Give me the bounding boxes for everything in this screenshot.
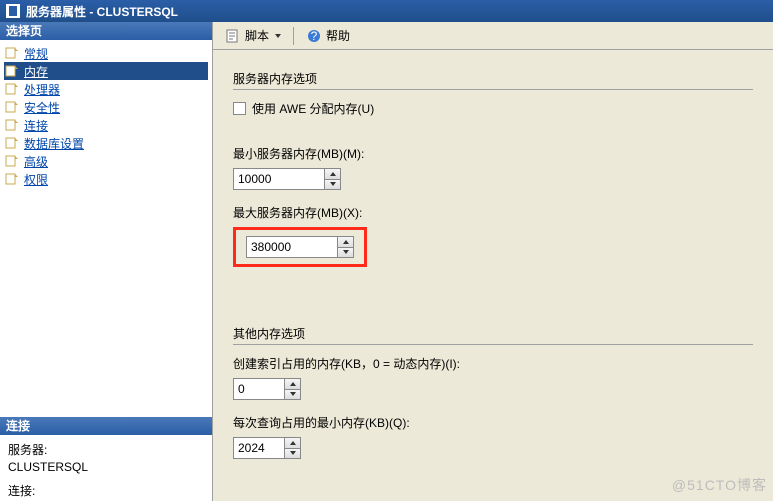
svg-text:?: ? [311,29,318,43]
window-title: 服务器属性 - CLUSTERSQL [26,3,178,20]
page-icon [4,82,20,96]
awe-checkbox-row[interactable]: 使用 AWE 分配内存(U) [233,100,753,117]
connection-label: 连接: [8,482,204,499]
sidebar-item-dbsettings[interactable]: 数据库设置 [4,134,208,152]
section-title: 其他内存选项 [233,327,305,341]
index-memory-input[interactable] [234,379,284,399]
spin-up-icon[interactable] [285,379,300,390]
query-memory-input[interactable] [234,438,284,458]
sidebar-item-connection[interactable]: 连接 [4,116,208,134]
toolbar-separator [293,27,294,45]
max-memory-input[interactable] [247,237,337,257]
page-icon [4,118,20,132]
spin-down-icon[interactable] [285,449,300,459]
chevron-down-icon [275,34,281,38]
sidebar-item-security[interactable]: 安全性 [4,98,208,116]
min-memory-input[interactable] [234,169,324,189]
sidebar-item-label: 权限 [24,171,48,188]
section-title: 服务器内存选项 [233,72,317,86]
query-memory-label: 每次查询占用的最小内存(KB)(Q): [233,414,753,431]
min-memory-label: 最小服务器内存(MB)(M): [233,145,753,162]
page-icon [4,46,20,60]
content-area: 脚本 ? 帮助 服务器内存选项 使用 AWE 分配内存(U) [213,22,773,501]
server-value: CLUSTERSQL [8,460,204,474]
toolbar: 脚本 ? 帮助 [213,22,773,50]
help-label: 帮助 [326,27,350,44]
spin-down-icon[interactable] [325,180,340,190]
sidebar-item-memory[interactable]: 内存 [4,62,208,80]
index-memory-label: 创建索引占用的内存(KB，0 = 动态内存)(I): [233,355,753,372]
script-button[interactable]: 脚本 [221,25,285,46]
spin-up-icon[interactable] [285,438,300,449]
section-other-memory: 其他内存选项 [233,325,753,345]
awe-label: 使用 AWE 分配内存(U) [252,100,374,117]
nav-list: 常规 内存 处理器 安全性 连接 [0,40,212,192]
sidebar: 选择页 常规 内存 处理器 安全性 [0,22,213,501]
sidebar-header-select: 选择页 [0,22,212,40]
sidebar-item-permissions[interactable]: 权限 [4,170,208,188]
server-label: 服务器: [8,441,204,458]
query-memory-spinner[interactable] [233,437,301,459]
sidebar-item-label: 常规 [24,45,48,62]
min-memory-spinner[interactable] [233,168,341,190]
help-button[interactable]: ? 帮助 [302,25,354,46]
sidebar-item-label: 处理器 [24,81,60,98]
section-server-memory: 服务器内存选项 [233,70,753,90]
sidebar-item-label: 连接 [24,117,48,134]
awe-checkbox[interactable] [233,102,246,115]
max-memory-highlight [233,227,367,267]
sidebar-item-label: 安全性 [24,99,60,116]
script-icon [225,28,241,44]
page-icon [4,100,20,114]
sidebar-item-label: 高级 [24,153,48,170]
spin-down-icon[interactable] [338,248,353,258]
sidebar-header-conn: 连接 [0,417,212,435]
spin-up-icon[interactable] [338,237,353,248]
spin-up-icon[interactable] [325,169,340,180]
sidebar-item-processor[interactable]: 处理器 [4,80,208,98]
index-memory-spinner[interactable] [233,378,301,400]
max-memory-label: 最大服务器内存(MB)(X): [233,204,753,221]
page-icon [4,172,20,186]
spin-down-icon[interactable] [285,390,300,400]
page-icon [4,154,20,168]
sidebar-item-label: 数据库设置 [24,135,84,152]
help-icon: ? [306,28,322,44]
titlebar: 服务器属性 - CLUSTERSQL [0,0,773,22]
connection-info: 服务器: CLUSTERSQL 连接: [0,435,212,501]
script-label: 脚本 [245,27,269,44]
max-memory-spinner[interactable] [246,236,354,258]
page-icon [4,64,20,78]
sidebar-item-advanced[interactable]: 高级 [4,152,208,170]
app-icon [6,4,20,18]
sidebar-item-label: 内存 [24,63,48,80]
sidebar-item-general[interactable]: 常规 [4,44,208,62]
page-icon [4,136,20,150]
